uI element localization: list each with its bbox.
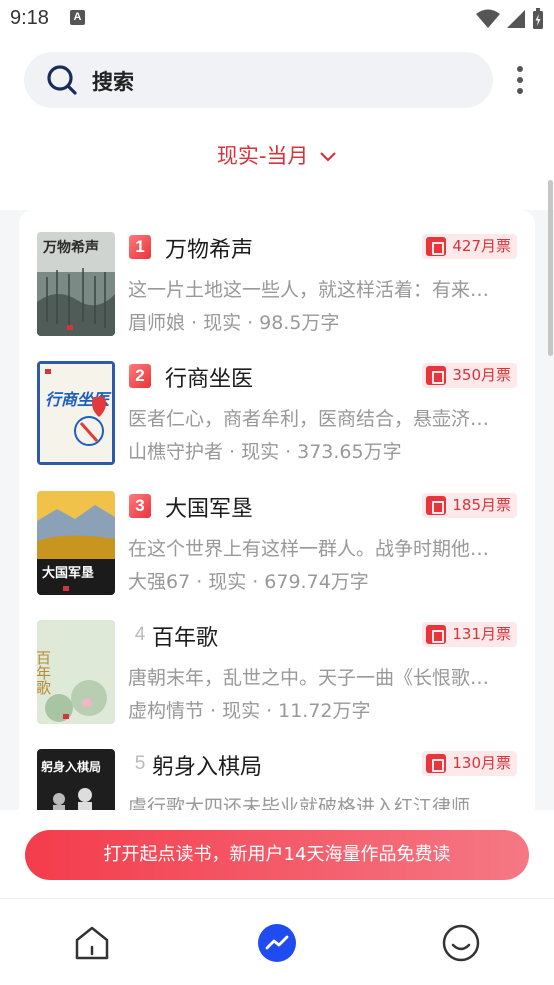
monthly-ticket-badge: 427月票 — [422, 234, 517, 259]
meta-separator: · — [266, 700, 273, 722]
ticket-icon — [426, 754, 447, 773]
category-filter[interactable]: 现实-当月 — [0, 140, 554, 170]
list-item[interactable]: 躬身入棋局 5 躬身入棋局 130月票 虞行歌大四还未毕业就破格进入红江律师… — [19, 727, 535, 810]
more-vertical-icon[interactable] — [510, 64, 530, 96]
book-title: 万物希声 — [165, 238, 254, 263]
home-icon[interactable] — [72, 923, 112, 963]
open-app-button[interactable]: 打开起点读书，新用户14天海量作品免费读 — [25, 830, 529, 880]
meta-separator: · — [285, 441, 292, 463]
notification-icon: A — [70, 10, 85, 25]
book-meta: 山樵守护者 · 现实 · 373.65万字 — [128, 437, 402, 464]
book-meta: 虚构情节 · 现实 · 11.72万字 — [128, 696, 371, 723]
list-item[interactable]: 大国军垦 3 大国军垦 185月票 在这个世界上有这样一群人。战争时期他… 大强… — [19, 469, 535, 595]
search-bar[interactable]: 搜索 — [24, 52, 493, 108]
ticket-count: 350月票 — [452, 366, 511, 384]
book-title: 行商坐医 — [165, 367, 254, 392]
meta-separator: · — [210, 700, 217, 722]
book-author: 虚构情节 — [128, 700, 205, 722]
list-item[interactable]: 百年歌 4 百年歌 131月票 唐朝末年，乱世之中。天子一曲《长恨歌… 虚构情节… — [19, 598, 535, 724]
ticket-icon — [426, 366, 447, 385]
ticket-count: 130月票 — [452, 754, 511, 772]
book-word-count: 11.72万字 — [278, 700, 371, 722]
rank-badge: 3 — [129, 494, 151, 518]
meta-separator: · — [247, 312, 254, 334]
meta-separator: · — [196, 571, 203, 593]
book-description: 在这个世界上有这样一群人。战争时期他… — [128, 538, 490, 560]
book-author: 大强67 — [128, 571, 191, 593]
book-description: 这一片土地这一些人，就这样活着：有来… — [128, 279, 490, 301]
bottom-tab-bar — [0, 898, 554, 985]
book-meta: 大强67 · 现实 · 679.74万字 — [128, 567, 369, 594]
book-description: 虞行歌大四还未毕业就破格进入红江律师… — [128, 796, 490, 810]
list-item[interactable]: 行商坐医 2 行商坐医 350月票 医者仁心，商者牟利，医商结合，悬壶济… 山樵… — [19, 339, 535, 465]
ticket-count: 427月票 — [452, 237, 511, 255]
book-genre: 现实 — [203, 312, 242, 334]
book-meta: 眉师娘 · 现实 · 98.5万字 — [128, 308, 339, 335]
ticket-count: 131月票 — [452, 625, 511, 643]
book-word-count: 373.65万字 — [297, 441, 402, 463]
cta-container: 打开起点读书，新用户14天海量作品免费读 — [0, 810, 554, 898]
search-label: 搜索 — [92, 70, 134, 94]
book-genre: 现实 — [222, 700, 261, 722]
monthly-ticket-badge: 350月票 — [422, 363, 517, 388]
list-item[interactable]: 万物希声 1 万物希声 427月票 这一片土地这一些人，就这样活着：有来… 眉师… — [19, 210, 535, 336]
meta-separator: · — [191, 312, 198, 334]
scrollbar-thumb[interactable] — [548, 180, 553, 356]
meta-separator: · — [252, 571, 259, 593]
ticket-count: 185月票 — [452, 496, 511, 514]
rank-badge: 1 — [129, 235, 151, 259]
book-word-count: 679.74万字 — [264, 571, 369, 593]
filter-label: 现实-当月 — [216, 144, 309, 168]
profile-icon[interactable] — [441, 923, 481, 963]
ticket-icon — [426, 237, 447, 256]
rank-badge: 5 — [134, 753, 146, 774]
signal-icon — [507, 10, 525, 28]
monthly-ticket-badge: 185月票 — [422, 493, 517, 518]
battery-icon — [533, 8, 543, 29]
ticket-icon — [426, 625, 447, 644]
book-title: 躬身入棋局 — [152, 755, 263, 780]
ticket-icon — [426, 496, 447, 515]
ranking-list: 万物希声 1 万物希声 427月票 这一片土地这一些人，就这样活着：有来… 眉师… — [19, 210, 535, 810]
book-cover: 行商坐医 — [37, 361, 115, 465]
book-title: 百年歌 — [152, 626, 219, 651]
book-cover: 大国军垦 — [37, 491, 115, 595]
rank-badge: 2 — [129, 364, 151, 388]
book-genre: 现实 — [208, 571, 247, 593]
trending-icon[interactable] — [257, 923, 297, 963]
book-title: 大国军垦 — [165, 497, 254, 522]
book-cover: 万物希声 — [37, 232, 115, 336]
book-description: 医者仁心，商者牟利，医商结合，悬壶济… — [128, 408, 490, 430]
status-icons — [476, 8, 544, 30]
wifi-icon — [476, 9, 500, 28]
book-author: 山樵守护者 — [128, 441, 224, 463]
status-time: 9:18 — [10, 7, 49, 29]
search-icon — [47, 65, 77, 95]
cover-title: 百年歌 — [37, 650, 52, 695]
cover-title: 万物希声 — [42, 239, 99, 256]
chevron-down-icon — [320, 152, 336, 162]
meta-separator: · — [229, 441, 236, 463]
book-genre: 现实 — [241, 441, 280, 463]
rank-badge: 4 — [134, 624, 146, 645]
cover-title: 大国军垦 — [42, 565, 94, 581]
monthly-ticket-badge: 131月票 — [422, 622, 517, 647]
book-description: 唐朝末年，乱世之中。天子一曲《长恨歌… — [128, 667, 490, 689]
monthly-ticket-badge: 130月票 — [422, 751, 517, 776]
book-cover: 百年歌 — [37, 620, 115, 724]
book-cover: 躬身入棋局 — [37, 749, 115, 810]
search-row: 搜索 — [0, 52, 554, 108]
book-word-count: 98.5万字 — [259, 312, 340, 334]
book-author: 眉师娘 — [128, 312, 186, 334]
cover-title: 躬身入棋局 — [41, 759, 101, 774]
status-bar: 9:18 A — [0, 0, 554, 38]
